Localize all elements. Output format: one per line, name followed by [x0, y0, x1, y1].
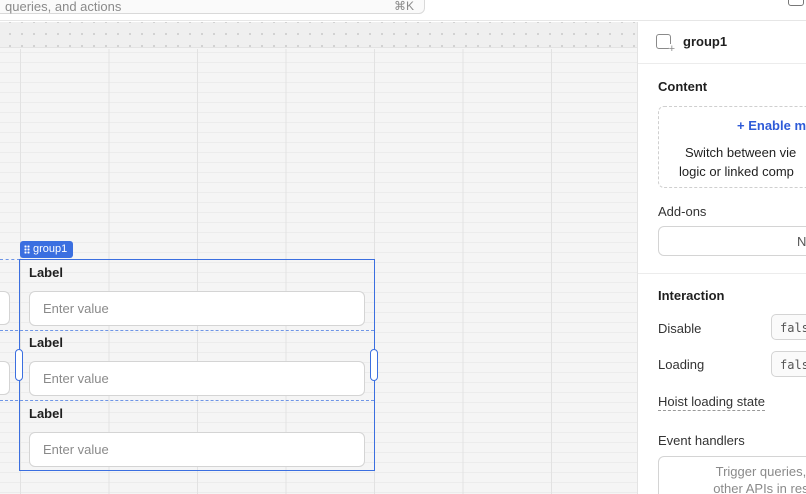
resize-handle-right[interactable]: [370, 349, 378, 381]
loading-input[interactable]: fals: [771, 351, 806, 377]
component-name[interactable]: group1: [683, 34, 727, 49]
addons-select[interactable]: N: [658, 226, 806, 256]
app-window: queries, and actions ⌘K group1 Label Ent…: [0, 0, 806, 494]
text-input[interactable]: Enter value: [29, 291, 365, 326]
disable-input[interactable]: fals: [771, 314, 806, 340]
offscreen-input[interactable]: [0, 361, 10, 395]
text-input[interactable]: Enter value: [29, 432, 365, 467]
section-content-title: Content: [658, 79, 708, 94]
hoist-loading-state-toggle[interactable]: Hoist loading state: [658, 394, 765, 411]
content-description: Switch between vie logic or linked comp: [679, 143, 806, 181]
enable-link[interactable]: + Enable m: [737, 118, 806, 133]
content-description-line2: logic or linked comp: [679, 164, 794, 179]
component-add-icon: [656, 34, 675, 54]
event-handlers-placeholder-line1: Trigger queries, cont: [715, 464, 806, 479]
section-interaction-title: Interaction: [658, 288, 725, 303]
dashed-guide: [0, 259, 20, 260]
text-input[interactable]: Enter value: [29, 361, 365, 396]
field-label: Label: [29, 335, 63, 350]
search-shortcut: ⌘K: [393, 0, 414, 13]
inspector-panel: group1 Content + Enable m Switch between…: [637, 22, 806, 494]
input-placeholder: Enter value: [43, 371, 109, 386]
input-placeholder: Enter value: [43, 442, 109, 457]
group-tag-label: group1: [33, 243, 68, 255]
panel-icon[interactable]: [788, 0, 804, 6]
command-search-input[interactable]: queries, and actions ⌘K: [0, 0, 425, 14]
disable-label: Disable: [658, 321, 702, 336]
resize-handle-left[interactable]: [15, 349, 23, 381]
field-label: Label: [29, 406, 63, 421]
search-placeholder: queries, and actions: [5, 0, 122, 14]
canvas-ruler: [0, 22, 637, 48]
addons-value: N: [797, 234, 806, 249]
divider: [638, 273, 806, 274]
event-handlers-box[interactable]: Trigger queries, cont other APIs in resp…: [658, 456, 806, 494]
field-label: Label: [29, 265, 63, 280]
loading-label: Loading: [658, 357, 705, 372]
event-handlers-label: Event handlers: [658, 433, 745, 448]
top-bar: queries, and actions ⌘K: [0, 0, 806, 21]
group-selection-tag[interactable]: group1: [20, 241, 74, 258]
addons-label: Add-ons: [658, 204, 707, 219]
event-handlers-placeholder: Trigger queries, cont other APIs in resp…: [675, 463, 806, 494]
loading-value: fals: [780, 358, 806, 372]
drag-handle-icon[interactable]: [24, 245, 30, 254]
content-box: + Enable m Switch between vie logic or l…: [658, 106, 806, 188]
offscreen-input[interactable]: [0, 291, 10, 325]
input-placeholder: Enter value: [43, 301, 109, 316]
event-handlers-placeholder-line2: other APIs in respons: [713, 481, 806, 494]
inspector-header: group1: [638, 22, 806, 64]
disable-value: fals: [780, 321, 806, 335]
content-description-line1: Switch between vie: [685, 145, 797, 160]
